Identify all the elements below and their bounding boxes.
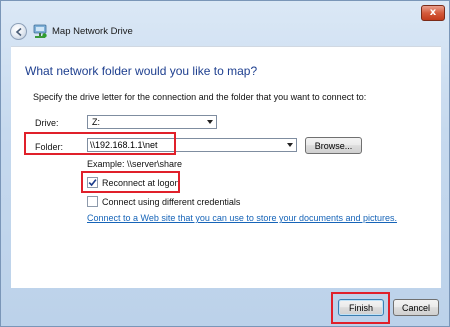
page-heading: What network folder would you like to ma… [25, 64, 258, 78]
different-credentials-label[interactable]: Connect using different credentials [102, 197, 240, 207]
instruction-text: Specify the drive letter for the connect… [33, 92, 367, 102]
network-drive-icon [33, 24, 47, 38]
folder-example-text: Example: \\server\share [87, 159, 183, 169]
close-button[interactable]: x [421, 5, 445, 21]
window-title: Map Network Drive [52, 26, 133, 37]
content-area [11, 46, 441, 288]
browse-button[interactable]: Browse... [305, 137, 362, 154]
web-storage-link[interactable]: Connect to a Web site that you can use t… [87, 213, 397, 223]
reconnect-highlight-box [81, 171, 180, 193]
drive-select[interactable]: Z: [87, 115, 217, 129]
close-icon: x [429, 7, 437, 18]
drive-label: Drive: [35, 118, 59, 128]
title-bar: Map Network Drive x [1, 1, 450, 40]
dropdown-arrow-icon [203, 116, 216, 128]
finish-highlight-box [331, 292, 390, 324]
dropdown-arrow-icon [283, 139, 296, 151]
back-button[interactable] [10, 23, 27, 40]
dialog-window: Map Network Drive x What network folder … [0, 0, 450, 327]
back-arrow-icon [15, 27, 22, 36]
cancel-button[interactable]: Cancel [393, 299, 439, 316]
different-credentials-checkbox[interactable] [87, 196, 98, 207]
folder-highlight-box [24, 132, 176, 155]
drive-select-value: Z: [92, 117, 100, 127]
